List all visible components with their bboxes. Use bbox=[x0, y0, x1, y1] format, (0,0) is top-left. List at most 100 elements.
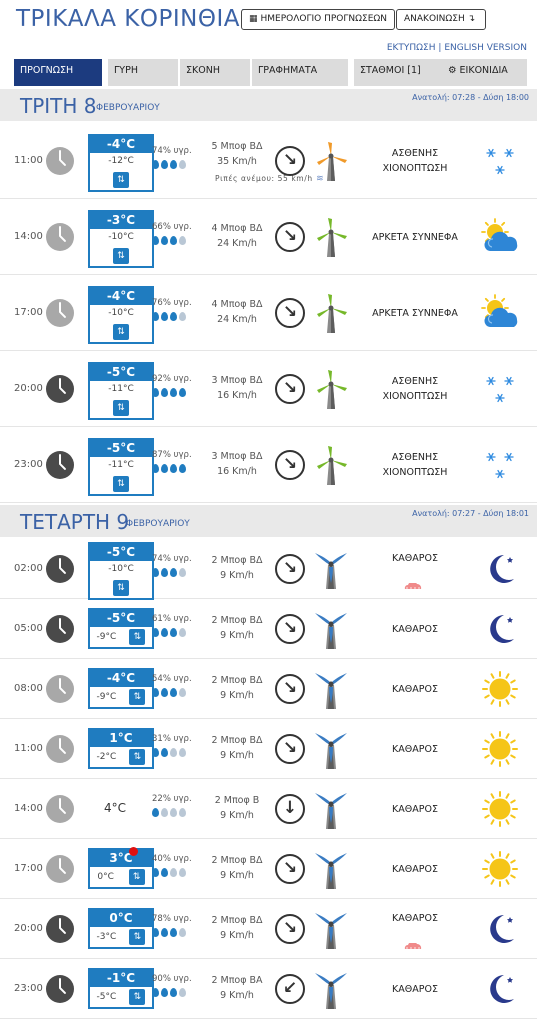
thermometer-person-icon[interactable]: ⇅ bbox=[113, 476, 129, 492]
water-drop-icon bbox=[152, 628, 159, 637]
clock-icon bbox=[46, 223, 74, 251]
temperature-min: 0°C bbox=[97, 871, 114, 882]
clock-hand bbox=[59, 807, 67, 815]
clock-hand bbox=[59, 159, 67, 167]
clock-icon bbox=[46, 795, 74, 823]
wind-turbine bbox=[313, 969, 349, 1009]
thermometer-person-icon[interactable]: ⇅ bbox=[129, 989, 146, 1005]
clock-icon bbox=[46, 675, 74, 703]
temperature-min: -9°C bbox=[96, 631, 117, 642]
tab-charts[interactable]: ΓΡΑΦΗΜΑΤΑ bbox=[252, 59, 348, 86]
moon-icon bbox=[490, 915, 514, 943]
weather-condition: ΚΑΘΑΡΟΣ bbox=[360, 911, 470, 926]
wind-direction-icon: ↘ bbox=[275, 674, 305, 704]
wind-turbine-icon bbox=[315, 853, 347, 889]
tab-icons[interactable]: ⚙ ΕΙΚΟΝΙΔΙΑ bbox=[442, 59, 527, 86]
wind-direction-icon: ↘ bbox=[275, 914, 305, 944]
water-drop-icon bbox=[179, 160, 186, 169]
tab-dust[interactable]: ΣΚΟΝΗ bbox=[180, 59, 250, 86]
water-drop-icon bbox=[170, 464, 177, 473]
sunrise-sunset: Ανατολή: 07:28 - Δύση 18:00 bbox=[412, 93, 529, 102]
announcement-button[interactable]: ΑΝΑΚΟΙΝΩΣΗ ↴ bbox=[396, 9, 487, 30]
day-header: ΤΕΤΑΡΤΗ 9 ΦΕΒΡΟΥΑΡΙΟΥ Ανατολή: 07:27 - Δύσ… bbox=[0, 505, 537, 537]
forecast-row: 11:00 -4°C -12°C ⇅ 74% υγρ. 5 Μποφ ΒΔ 35 Km/h Ρ… bbox=[0, 123, 537, 199]
english-version-link[interactable]: ENGLISH VERSION bbox=[444, 43, 527, 53]
wind-speed: 3 Μποφ ΒΔ bbox=[211, 451, 263, 462]
clock-hand bbox=[59, 747, 67, 755]
thermometer-person-icon[interactable]: ⇅ bbox=[129, 929, 146, 945]
humidity-drops bbox=[152, 687, 188, 700]
weather-icon bbox=[478, 369, 522, 409]
temperature-min: -9°C bbox=[96, 691, 117, 702]
wind-kmh: 9 Km/h bbox=[220, 930, 254, 941]
links-separator: | bbox=[438, 43, 442, 53]
page-title: ΤΡΙΚΑΛΑ ΚΟΡΙΝΘΙΑΣ bbox=[16, 6, 255, 32]
wind-turbine-icon bbox=[317, 294, 347, 333]
wind-direction-icon: ↘ bbox=[275, 554, 305, 584]
wind-speed: 4 Μποφ ΒΔ bbox=[211, 299, 263, 310]
weather-icon bbox=[478, 445, 522, 485]
thermometer-person-icon[interactable]: ⇅ bbox=[113, 324, 129, 340]
calendar-button[interactable]: ▦ ΗΜΕΡΟΛΟΓΙΟ ΠΡΟΓΝΩΣΕΩΝ bbox=[241, 9, 395, 30]
clock-icon bbox=[46, 855, 74, 883]
water-drop-icon bbox=[179, 928, 186, 937]
row-time: 05:00 bbox=[14, 623, 43, 634]
wind-direction-icon: ↘ bbox=[275, 854, 305, 884]
clock-hand bbox=[59, 687, 67, 695]
weather-condition: ΑΣΘΕΝΗΣ ΧΙΟΝΟΠΤΩΣΗ bbox=[360, 374, 470, 404]
row-time: 23:00 bbox=[14, 459, 43, 470]
tab-forecast[interactable]: ΠΡΟΓΝΩΣΗ bbox=[14, 59, 102, 86]
tab-stations[interactable]: ΣΤΑΘΜΟΙ [1] bbox=[354, 59, 444, 86]
day-month: ΦΕΒΡΟΥΑΡΙΟΥ bbox=[126, 519, 190, 529]
row-time: 02:00 bbox=[14, 563, 43, 574]
weather-condition: ΚΑΘΑΡΟΣ bbox=[360, 622, 470, 637]
humidity-drops bbox=[152, 387, 188, 400]
wind-gust: Ριπές ανέμου: 55 km/h ≋ bbox=[215, 174, 324, 184]
wind-kmh: 9 Km/h bbox=[220, 690, 254, 701]
humidity: 78% υγρ. bbox=[152, 914, 192, 924]
wind-turbine-icon bbox=[317, 142, 347, 181]
thermometer-person-icon[interactable]: ⇅ bbox=[113, 248, 129, 264]
wind-kmh: 24 Km/h bbox=[217, 314, 257, 325]
humidity-drops bbox=[152, 463, 188, 476]
row-time: 11:00 bbox=[14, 155, 43, 166]
weather-icon bbox=[478, 909, 522, 949]
condition-text: ΚΑΘΑΡΟΣ bbox=[392, 683, 438, 695]
thermometer-person-icon[interactable]: ⇅ bbox=[129, 689, 146, 705]
condition-text: ΑΣΘΕΝΗΣ bbox=[391, 376, 439, 387]
weather-icon bbox=[478, 669, 522, 709]
temperature-min: -5°C bbox=[96, 991, 117, 1002]
clock-hand bbox=[59, 235, 67, 243]
wind-turbine-icon bbox=[315, 733, 347, 769]
wind-info: 2 Μποφ ΒΔ 9 Km/h bbox=[200, 913, 274, 943]
wind-direction-icon: ↘ bbox=[275, 614, 305, 644]
temperature-max: 1°C bbox=[90, 730, 152, 747]
weather-condition: ΚΑΘΑΡΟΣ bbox=[360, 802, 470, 817]
humidity-drops bbox=[152, 235, 188, 248]
temperature-box: -5°C -10°C ⇅ bbox=[88, 542, 154, 600]
condition-text: ΚΑΘΑΡΟΣ bbox=[392, 743, 438, 755]
thermometer-person-icon[interactable]: ⇅ bbox=[128, 869, 145, 885]
temperature-min: -11°C bbox=[108, 460, 134, 470]
thermometer-person-icon[interactable]: ⇅ bbox=[113, 580, 129, 596]
humidity: 22% υγρ. bbox=[152, 794, 192, 804]
print-link[interactable]: ΕΚΤΥΠΩΣΗ bbox=[387, 43, 436, 53]
wind-turbine-icon bbox=[315, 553, 347, 589]
thermometer-person-icon[interactable]: ⇅ bbox=[129, 629, 146, 645]
water-drop-icon bbox=[170, 388, 177, 397]
thermometer-person-icon[interactable]: ⇅ bbox=[129, 749, 146, 765]
thermometer-person-icon[interactable]: ⇅ bbox=[113, 172, 129, 188]
weather-icon bbox=[478, 729, 522, 769]
day-header: ΤΡΙΤΗ 8 ΦΕΒΡΟΥΑΡΙΟΥ Ανατολή: 07:28 - Δύση … bbox=[0, 89, 537, 121]
humidity: 87% υγρ. bbox=[152, 450, 192, 460]
wind-info: 2 Μποφ ΒΔ 9 Km/h bbox=[200, 553, 274, 583]
temperature-min: -10°C bbox=[108, 564, 134, 574]
water-drop-icon bbox=[161, 160, 168, 169]
tab-pollen[interactable]: ΓΥΡΗ bbox=[108, 59, 178, 86]
humidity: 92% υγρ. bbox=[152, 374, 192, 384]
forecast-row: 14:00 4°C 22% υγρ. 2 Μποφ Β 9 Km/h ↓ ΚΑΘΑΡΟΣ bbox=[0, 779, 537, 839]
weather-condition: ΚΑΘΑΡΟΣ bbox=[360, 862, 470, 877]
water-drop-icon bbox=[170, 688, 177, 697]
row-time: 11:00 bbox=[14, 743, 43, 754]
thermometer-person-icon[interactable]: ⇅ bbox=[113, 400, 129, 416]
